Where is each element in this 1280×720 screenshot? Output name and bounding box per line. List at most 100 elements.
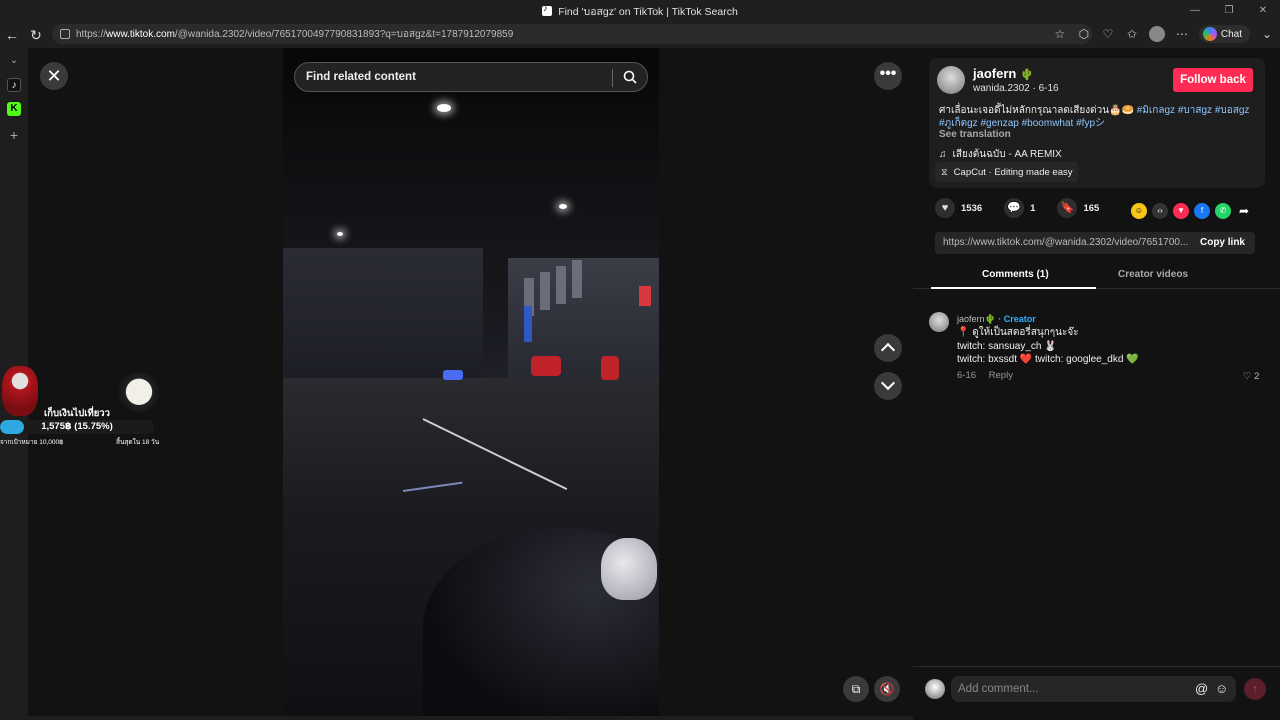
- url-path: /@wanida.2302/video/7651700497790831893?…: [174, 28, 514, 40]
- window-title: Find 'บอสgz' on TikTok | TikTok Search: [558, 5, 738, 18]
- favorite-star-icon[interactable]: ☆: [1053, 27, 1067, 41]
- url-prefix: https://: [76, 28, 107, 40]
- comment-bubble-icon[interactable]: 💬: [1004, 198, 1025, 218]
- search-icon[interactable]: [623, 70, 637, 84]
- music-note-icon: ♫: [939, 149, 947, 160]
- whatsapp-icon[interactable]: ✆: [1215, 203, 1231, 219]
- see-translation-link[interactable]: See translation: [939, 129, 1011, 140]
- ceiling-lamp: [559, 204, 567, 209]
- commenter-avatar[interactable]: [929, 312, 949, 332]
- chevron-down-icon[interactable]: ⌄: [1260, 27, 1274, 41]
- share-buttons: ☺ ‹› ▼ f ✆ ➦: [1131, 203, 1252, 219]
- caption-text: ศาเลื่อนะเจอดี้ไม่หลักกรุณาลดเสียงด่วน🎂🥯: [939, 105, 1137, 116]
- embed-code-icon[interactable]: ‹›: [1152, 203, 1168, 219]
- profile-avatar[interactable]: [1148, 26, 1165, 42]
- active-tab-indicator: [931, 287, 1096, 289]
- emoji-icon[interactable]: ☺: [1215, 681, 1228, 696]
- reply-button[interactable]: Reply: [989, 370, 1013, 381]
- comment-like[interactable]: ♡ 2: [1243, 371, 1259, 382]
- close-window-icon[interactable]: ✕: [1246, 0, 1280, 22]
- commenter-username: jaofern🌵: [957, 314, 996, 324]
- more-menu-icon[interactable]: ⋯: [1175, 27, 1189, 41]
- panel-tabs: Comments (1) Creator videos: [913, 263, 1280, 289]
- copilot-chat-button[interactable]: Chat: [1198, 25, 1250, 43]
- video-scene-building: [283, 248, 483, 388]
- mute-button[interactable]: 🔇: [874, 676, 900, 702]
- favorites-icon[interactable]: ✩: [1125, 27, 1139, 41]
- comment-line: 📍 ดูให้เป็นสตอรี่สนุกๆนะจ๊ะ: [957, 327, 1079, 338]
- send-to-friends-icon[interactable]: ▼: [1173, 203, 1189, 219]
- miniplayer-button[interactable]: ⧉: [843, 676, 869, 702]
- music-title: เสียงต้นฉบับ - AA REMIX: [952, 149, 1062, 160]
- tiktok-tab-icon[interactable]: ♪: [7, 78, 21, 92]
- window-controls: — ❐ ✕: [1178, 0, 1280, 22]
- video-link-box[interactable]: https://www.tiktok.com/@wanida.2302/vide…: [935, 232, 1255, 254]
- commenter-name[interactable]: jaofern🌵 · Creator: [957, 314, 1036, 325]
- save-count: 165: [1083, 202, 1100, 214]
- hashtag-link[interactable]: #genzap: [980, 118, 1018, 129]
- comment-input[interactable]: [951, 676, 1236, 702]
- donation-progress-bar: 1,575฿ (15.75%): [0, 420, 154, 434]
- extensions-icon[interactable]: ⬡: [1077, 27, 1091, 41]
- next-video-button[interactable]: [874, 372, 902, 400]
- red-figure: [601, 356, 619, 380]
- minimize-icon[interactable]: —: [1178, 0, 1212, 22]
- video-player[interactable]: [283, 48, 659, 716]
- creator-username: jaofern: [973, 66, 1017, 81]
- close-video-button[interactable]: ✕: [40, 62, 68, 90]
- hashtag-link[interactable]: #มิเกลgz: [1137, 105, 1175, 116]
- video-viewer: ✕ Find related content ••• ⧉ 🔇: [28, 48, 913, 716]
- address-bar[interactable]: https://www.tiktok.com/@wanida.2302/vide…: [52, 24, 1092, 44]
- facebook-icon[interactable]: f: [1194, 203, 1210, 219]
- capcut-icon: ⧖: [941, 166, 948, 178]
- donation-goal-widget: เก็บเงินไปเที่ยวว 1,575฿ (15.75%) จากเป้…: [0, 362, 160, 448]
- more-options-button[interactable]: •••: [874, 62, 902, 90]
- building-window: [540, 272, 550, 310]
- refresh-icon[interactable]: ↻: [24, 27, 48, 44]
- related-search-box[interactable]: Find related content: [294, 62, 648, 92]
- site-info-icon[interactable]: [60, 29, 70, 39]
- chevron-down-icon: [880, 375, 896, 391]
- post-caption: ศาเลื่อนะเจอดี้ไม่หลักกรุณาลดเสียงด่วน🎂🥯…: [939, 104, 1259, 130]
- copy-link-button[interactable]: Copy link: [1200, 232, 1245, 254]
- like-heart-icon[interactable]: ♥: [935, 198, 955, 218]
- comment-date: 6-16: [957, 370, 977, 381]
- hashtag-link[interactable]: #บาสgz: [1178, 105, 1212, 116]
- hashtag-link[interactable]: #บอสgz: [1215, 105, 1250, 116]
- back-icon[interactable]: ←: [0, 27, 24, 43]
- restore-icon[interactable]: ❐: [1212, 0, 1246, 22]
- share-arrow-icon[interactable]: ➦: [1236, 203, 1252, 219]
- previous-video-button[interactable]: [874, 334, 902, 362]
- red-haired-character: [2, 366, 38, 416]
- capcut-label: CapCut · Editing made easy: [953, 166, 1073, 178]
- post-info-card: jaofern 🌵 wanida.2302 · 6-16 Follow back…: [929, 58, 1265, 188]
- blue-sign: [524, 306, 532, 342]
- browser-essentials-icon[interactable]: ♡: [1101, 27, 1115, 41]
- hashtag-link[interactable]: #ภูเก็ตgz: [939, 118, 978, 129]
- comment-line: twitch: bxssdt ❤️ twitch: googlee_dkd 💚: [957, 354, 1139, 365]
- creator-handle: wanida.2302 · 6-16: [973, 83, 1059, 94]
- red-car: [531, 356, 561, 376]
- hashtag-link[interactable]: #fypシ: [1076, 118, 1105, 129]
- capcut-anchor[interactable]: ⧖ CapCut · Editing made easy: [935, 162, 1079, 182]
- bookmark-icon[interactable]: 🔖: [1057, 198, 1078, 218]
- tab-creator-videos[interactable]: Creator videos: [1118, 269, 1188, 280]
- friends-share-icon[interactable]: ☺: [1131, 203, 1147, 219]
- follow-back-button[interactable]: Follow back: [1173, 68, 1253, 92]
- search-divider: [612, 69, 613, 87]
- collapse-tabs-icon[interactable]: ⌄: [7, 54, 21, 68]
- mention-icon[interactable]: @: [1195, 681, 1208, 696]
- creator-avatar[interactable]: [937, 66, 965, 94]
- copilot-icon: [1202, 27, 1217, 41]
- new-tab-icon[interactable]: +: [7, 128, 21, 142]
- music-link[interactable]: ♫ เสียงต้นฉบับ - AA REMIX: [939, 147, 1062, 162]
- hashtag-link[interactable]: #boomwhat: [1022, 118, 1074, 129]
- kick-tab-icon[interactable]: K: [7, 102, 21, 116]
- ceiling-lamp: [337, 232, 343, 236]
- creator-badge: · Creator: [995, 314, 1036, 324]
- creator-name[interactable]: jaofern 🌵: [973, 66, 1034, 81]
- video-details-panel: jaofern 🌵 wanida.2302 · 6-16 Follow back…: [913, 48, 1280, 720]
- send-comment-button[interactable]: ↑: [1244, 678, 1266, 700]
- video-link-text: https://www.tiktok.com/@wanida.2302/vide…: [943, 237, 1189, 248]
- tab-comments[interactable]: Comments (1): [982, 269, 1049, 280]
